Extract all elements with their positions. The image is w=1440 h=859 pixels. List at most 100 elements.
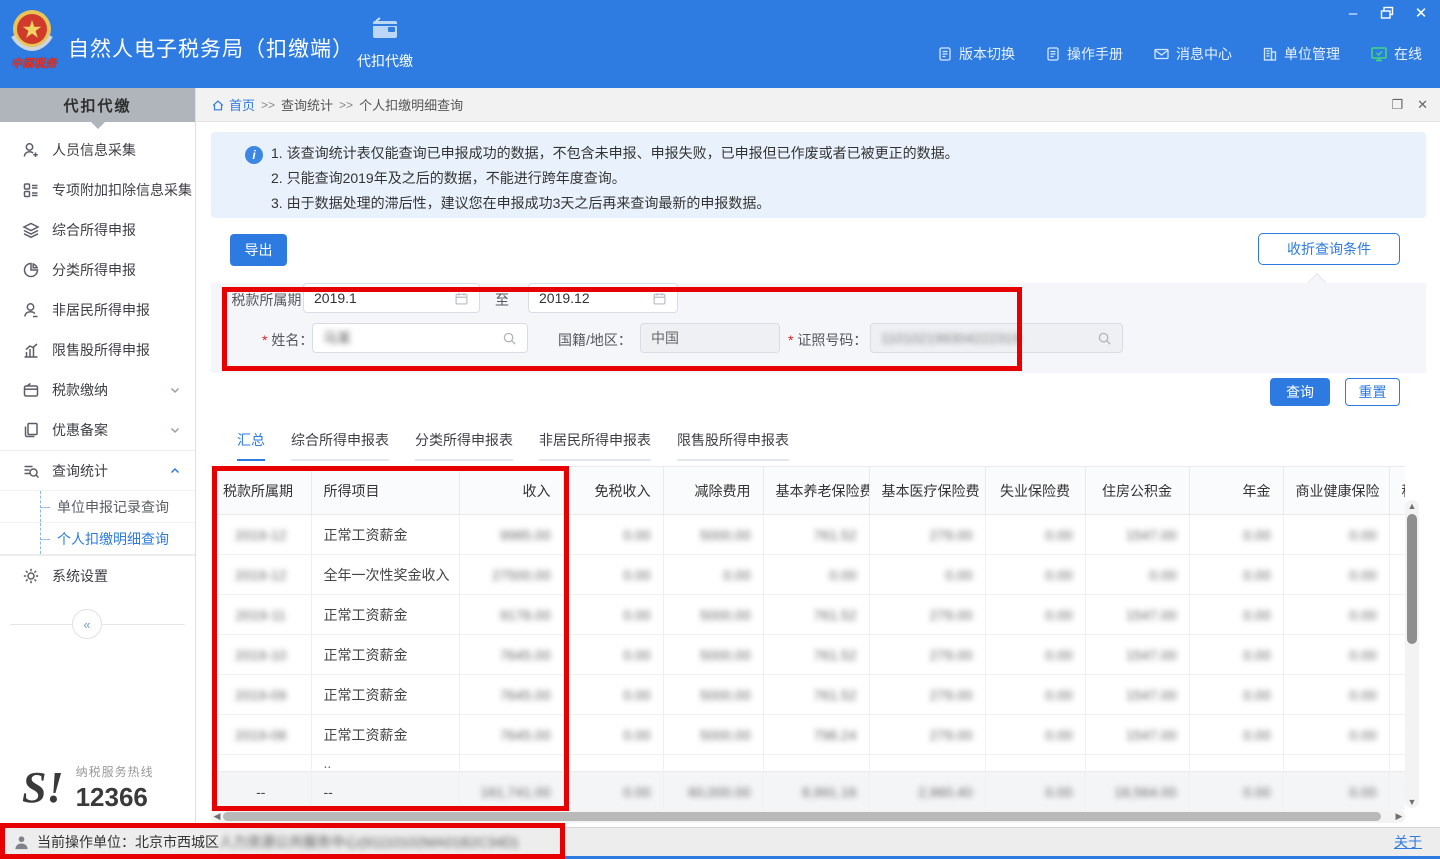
column-header: 减除费用 [663, 467, 763, 515]
menu-version-switch[interactable]: 版本切换 [937, 44, 1015, 64]
table-cell: 5000.00 [663, 675, 763, 715]
tax-emblem-icon [8, 6, 56, 54]
table-cell: 761.52 [763, 595, 869, 635]
close-icon[interactable]: ✕ [1417, 97, 1428, 113]
horizontal-scroll-thumb[interactable] [223, 812, 1381, 821]
mail-icon [1153, 46, 1170, 62]
table-cell: 60,000.00 [663, 772, 763, 811]
table-cell: 0.00 [1189, 772, 1283, 811]
search-icon [502, 331, 517, 346]
table-cell: 279.00 [869, 675, 985, 715]
search-button[interactable]: 查询 [1270, 378, 1330, 406]
sidebar-subitem-personal-withholding-query[interactable]: 个人扣缴明细查询 [0, 522, 195, 554]
table-cell: 正常工资薪金 [311, 515, 459, 555]
sidebar-item-restricted-shares[interactable]: 限售股所得申报 [0, 330, 195, 370]
column-header: 基本养老保险费 [763, 467, 869, 515]
close-icon[interactable]: ✕ [1412, 4, 1430, 22]
vertical-scroll-thumb[interactable] [1407, 514, 1417, 644]
name-input[interactable]: 马某 [312, 323, 528, 353]
tab-withholding[interactable]: 代扣代缴 [352, 16, 418, 71]
table-cell: 0.00 [1189, 515, 1283, 555]
collapse-query-button[interactable]: 收折查询条件 [1258, 233, 1400, 265]
tab-restricted-shares[interactable]: 限售股所得申报表 [677, 430, 789, 461]
menu-message-center[interactable]: 消息中心 [1153, 44, 1232, 64]
sidebar-item-tax-payment[interactable]: 税款缴纳 [0, 370, 195, 410]
person-icon [22, 301, 40, 319]
tab-classified-income[interactable]: 分类所得申报表 [415, 430, 513, 461]
table-cell: 0.00 [563, 715, 663, 755]
table-row: .. [211, 755, 1405, 772]
sidebar-collapse-button[interactable]: « [72, 609, 102, 639]
table-cell: 全年一次性奖金收入 [311, 555, 459, 595]
gear-icon [22, 567, 40, 585]
minimize-icon[interactable]: – [1344, 4, 1362, 22]
table-cell: 0.00 [985, 635, 1085, 675]
reset-button[interactable]: 重置 [1345, 378, 1400, 406]
main-content: i 1. 该查询统计表仅能查询已申报成功的数据，不包含未申报、申报失败，已申报但… [196, 122, 1440, 827]
table-cell: 1547.00 [1085, 675, 1189, 715]
maximize-icon[interactable]: ❒ [1391, 97, 1403, 113]
nationality-input: 中国 [640, 323, 780, 353]
about-link[interactable]: 关于 [1394, 832, 1422, 852]
scroll-up-icon[interactable]: ▲ [1405, 500, 1419, 512]
table-cell [459, 755, 563, 772]
table-cell [763, 755, 869, 772]
vertical-scrollbar[interactable]: ▲ ▼ [1405, 500, 1419, 808]
sidebar-item-query-statistics[interactable]: 查询统计 [0, 450, 195, 490]
sidebar-item-nonresident-income[interactable]: 非居民所得申报 [0, 290, 195, 330]
scroll-left-icon[interactable]: ◀ [211, 810, 223, 823]
table-cell: 0.00 [985, 595, 1085, 635]
notice-line: 3. 由于数据处理的滞后性，建议您在申报成功3天之后再来查询最新的申报数据。 [271, 191, 1410, 216]
hotline-number: 12366 [76, 782, 154, 813]
wallet-icon [22, 381, 40, 399]
scroll-down-icon[interactable]: ▼ [1405, 796, 1419, 808]
export-button[interactable]: 导出 [230, 234, 287, 266]
table-cell: 0.00 [1283, 715, 1389, 755]
column-header: 基本医疗保险费 [869, 467, 985, 515]
table-cell: 0.00 [1389, 515, 1405, 555]
tab-summary[interactable]: 汇总 [237, 430, 265, 461]
pie-icon [22, 261, 40, 279]
docs-icon [22, 421, 40, 439]
sidebar-item-system-settings[interactable]: 系统设置 [0, 555, 195, 595]
restore-icon[interactable] [1378, 4, 1396, 22]
menu-unit-management[interactable]: 单位管理 [1262, 44, 1340, 64]
sidebar-item-preference-filing[interactable]: 优惠备案 [0, 410, 195, 450]
table-cell: 0.00 [1189, 595, 1283, 635]
period-from-input[interactable]: 2019.1 [303, 283, 480, 313]
table-cell: 9985.00 [459, 515, 563, 555]
table-cell: 0.00 [985, 515, 1085, 555]
hotline-logo: S! [22, 766, 64, 810]
nationality-label: 国籍/地区： [558, 330, 632, 350]
table-cell: 279.00 [869, 635, 985, 675]
table-cell: 0.00 [1189, 715, 1283, 755]
table-cell [1085, 755, 1189, 772]
chevron-down-icon [169, 384, 181, 396]
sidebar-item-personnel-info[interactable]: 人员信息采集 [0, 130, 195, 170]
sidebar-subitem-unit-declaration-query[interactable]: 单位申报记录查询 [0, 490, 195, 522]
tab-nonresident-income[interactable]: 非居民所得申报表 [539, 430, 651, 461]
menu-manual[interactable]: 操作手册 [1045, 44, 1123, 64]
sidebar-item-comprehensive-income[interactable]: 综合所得申报 [0, 210, 195, 250]
info-icon: i [245, 146, 263, 164]
breadcrumb: 首页 >> 查询统计 >> 个人扣缴明细查询 ❒ ✕ [196, 88, 1440, 122]
scroll-right-icon[interactable]: ▶ [1393, 810, 1405, 823]
menu-online-status[interactable]: 在线 [1370, 44, 1422, 64]
tab-withholding-label: 代扣代缴 [352, 51, 418, 71]
breadcrumb-home[interactable]: 首页 [211, 95, 255, 114]
table-cell: 2019-08 [211, 715, 311, 755]
table-cell: 5000.00 [663, 715, 763, 755]
id-number-input[interactable]: 110102199304222319 [870, 323, 1123, 353]
name-label: 姓名： [262, 330, 313, 350]
result-tabs: 汇总 综合所得申报表 分类所得申报表 非居民所得申报表 限售股所得申报表 [237, 430, 789, 461]
table-cell: 7645.00 [459, 675, 563, 715]
table-row: 2019-11正常工资薪金9178.000.005000.00761.52279… [211, 595, 1405, 635]
horizontal-scrollbar[interactable]: ◀ ▶ [211, 810, 1405, 823]
tab-comprehensive-income[interactable]: 综合所得申报表 [291, 430, 389, 461]
period-to-input[interactable]: 2019.12 [528, 283, 678, 313]
chevron-up-icon [169, 465, 181, 477]
table-cell: 0.00 [1389, 555, 1405, 595]
table-cell: 5000.00 [663, 515, 763, 555]
sidebar-item-special-deduction[interactable]: 专项附加扣除信息采集 [0, 170, 195, 210]
sidebar-item-classified-income[interactable]: 分类所得申报 [0, 250, 195, 290]
